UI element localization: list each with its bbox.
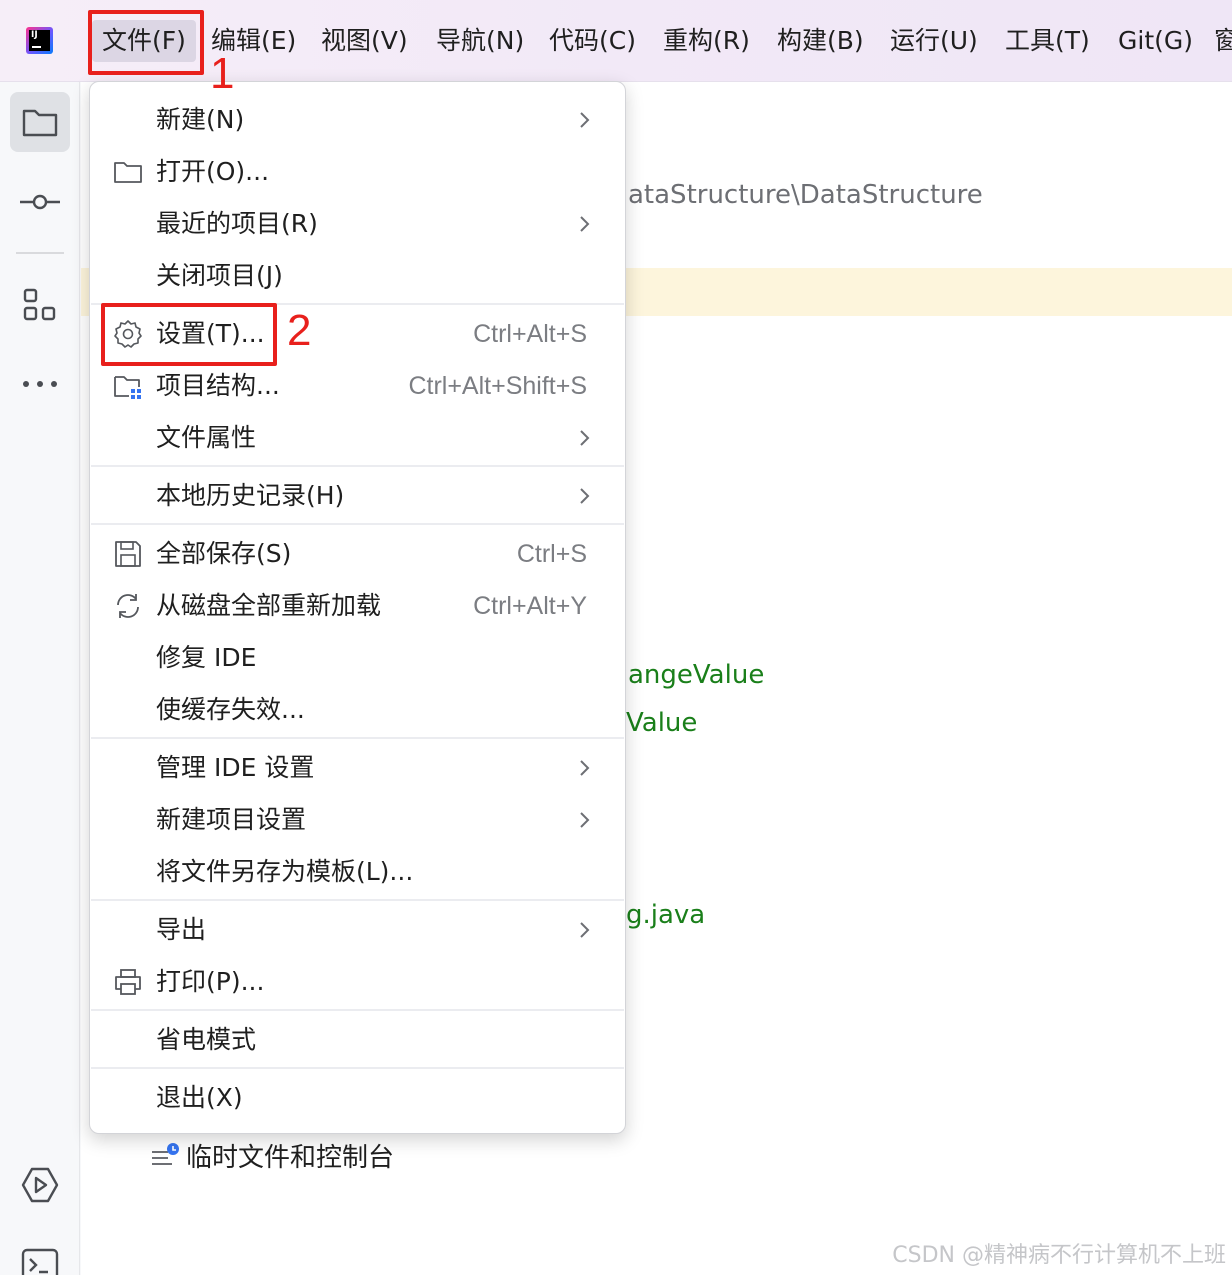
scratch-icon <box>152 1143 179 1165</box>
menu-item-label: 本地历史记录(H) <box>156 481 345 510</box>
chevron-right-icon <box>580 812 590 828</box>
project-path-text: ataStructure\DataStructure <box>628 180 983 210</box>
menu-tools[interactable]: 工具(T) <box>1005 20 1090 62</box>
menu-build[interactable]: 构建(B) <box>777 20 864 62</box>
menu-separator <box>91 737 624 739</box>
annotation-box-file-menu <box>88 10 204 75</box>
menu-code[interactable]: 代码(C) <box>549 20 636 62</box>
menu-local-history[interactable]: 本地历史记录(H) <box>90 470 625 522</box>
menu-new[interactable]: 新建(N) <box>90 94 625 146</box>
menu-save-all[interactable]: 全部保存(S) Ctrl+S <box>90 528 625 580</box>
save-icon <box>115 541 141 567</box>
chevron-right-icon <box>580 922 590 938</box>
menu-navigate[interactable]: 导航(N) <box>436 20 524 62</box>
tool-strip-separator <box>16 252 64 254</box>
file-menu-popup: 新建(N) 打开(O)... 最近的项目(R) 关闭项目(J) 设置(T)...… <box>89 81 626 1134</box>
menu-item-label: 打印(P)... <box>156 967 265 996</box>
menu-item-label: 使缓存失效... <box>156 695 305 724</box>
menu-shortcut: Ctrl+Alt+S <box>473 320 587 348</box>
menu-power-save-mode[interactable]: 省电模式 <box>90 1014 625 1066</box>
run-icon <box>21 1167 59 1203</box>
left-tool-strip <box>0 82 80 1275</box>
menu-separator <box>91 523 624 525</box>
menu-save-as-template[interactable]: 将文件另存为模板(L)... <box>90 846 625 898</box>
menu-new-project-settings[interactable]: 新建项目设置 <box>90 794 625 846</box>
menu-refactor[interactable]: 重构(R) <box>663 20 750 62</box>
chevron-right-icon <box>580 216 590 232</box>
menu-reload-from-disk[interactable]: 从磁盘全部重新加载 Ctrl+Alt+Y <box>90 580 625 632</box>
annotation-box-settings <box>101 303 277 366</box>
chevron-right-icon <box>580 760 590 776</box>
menu-project-structure[interactable]: 项目结构... Ctrl+Alt+Shift+S <box>90 360 625 412</box>
chevron-right-icon <box>580 430 590 446</box>
menu-item-label: 导出 <box>156 915 207 944</box>
menu-manage-ide-settings[interactable]: 管理 IDE 设置 <box>90 742 625 794</box>
menu-item-label: 管理 IDE 设置 <box>156 753 315 782</box>
chevron-right-icon <box>580 112 590 128</box>
menu-item-label: 全部保存(S) <box>156 539 292 568</box>
menu-shortcut: Ctrl+S <box>516 540 587 568</box>
menu-separator <box>91 465 624 467</box>
menu-item-label: 新建(N) <box>156 105 245 134</box>
menu-file-properties[interactable]: 文件属性 <box>90 412 625 464</box>
menu-export[interactable]: 导出 <box>90 904 625 956</box>
menu-recent-projects[interactable]: 最近的项目(R) <box>90 198 625 250</box>
project-structure-icon <box>114 376 141 399</box>
menu-invalidate-caches[interactable]: 使缓存失效... <box>90 684 625 736</box>
menu-item-label: 最近的项目(R) <box>156 209 318 238</box>
menu-git[interactable]: Git(G) <box>1118 20 1193 62</box>
menu-view[interactable]: 视图(V) <box>321 20 408 62</box>
run-tool-button[interactable] <box>10 1155 70 1215</box>
menu-open[interactable]: 打开(O)... <box>90 146 625 198</box>
menu-exit[interactable]: 退出(X) <box>90 1072 625 1124</box>
terminal-icon <box>21 1248 59 1275</box>
terminal-tool-button[interactable] <box>10 1235 70 1275</box>
annotation-number-2: 2 <box>287 306 312 355</box>
menu-separator <box>91 1009 624 1011</box>
scratch-files-label: 临时文件和控制台 <box>186 1143 395 1173</box>
menu-run[interactable]: 运行(U) <box>890 20 978 62</box>
code-text-1: angeValue <box>628 660 765 690</box>
logo-text: IJ <box>31 30 38 40</box>
menu-item-label: 文件属性 <box>156 423 257 452</box>
menu-item-label: 将文件另存为模板(L)... <box>156 857 414 886</box>
menu-item-label: 修复 IDE <box>156 643 257 672</box>
menu-window[interactable]: 窗 <box>1214 20 1232 62</box>
menu-item-label: 新建项目设置 <box>156 805 307 834</box>
menu-separator <box>91 899 624 901</box>
intellij-logo: IJ <box>26 27 53 54</box>
print-icon <box>115 969 141 995</box>
menu-shortcut: Ctrl+Alt+Shift+S <box>408 372 587 400</box>
menu-item-label: 省电模式 <box>156 1025 257 1054</box>
menu-separator <box>91 1067 624 1069</box>
menu-shortcut: Ctrl+Alt+Y <box>473 592 587 620</box>
code-text-2: Value <box>626 708 698 738</box>
commit-icon <box>20 194 60 210</box>
menu-print[interactable]: 打印(P)... <box>90 956 625 1008</box>
annotation-number-1: 1 <box>210 49 235 98</box>
menu-item-label: 关闭项目(J) <box>156 261 283 290</box>
reload-icon <box>117 594 139 618</box>
menu-item-label: 打开(O)... <box>156 157 270 186</box>
folder-icon <box>22 109 58 137</box>
more-icon <box>23 381 57 387</box>
structure-tool-button[interactable] <box>10 275 70 335</box>
commit-tool-button[interactable] <box>10 172 70 232</box>
menu-item-label: 从磁盘全部重新加载 <box>156 591 382 620</box>
watermark: CSDN @精神病不行计算机不上班 <box>892 1243 1226 1268</box>
structure-icon <box>23 288 56 321</box>
project-tool-button[interactable] <box>10 92 70 152</box>
folder-icon <box>114 162 142 183</box>
menu-repair-ide[interactable]: 修复 IDE <box>90 632 625 684</box>
menu-item-label: 项目结构... <box>156 371 280 400</box>
menu-item-label: 退出(X) <box>156 1083 243 1112</box>
more-tools-button[interactable] <box>10 354 70 414</box>
code-text-3: g.java <box>626 900 706 930</box>
menu-close-project[interactable]: 关闭项目(J) <box>90 250 625 302</box>
chevron-right-icon <box>580 488 590 504</box>
